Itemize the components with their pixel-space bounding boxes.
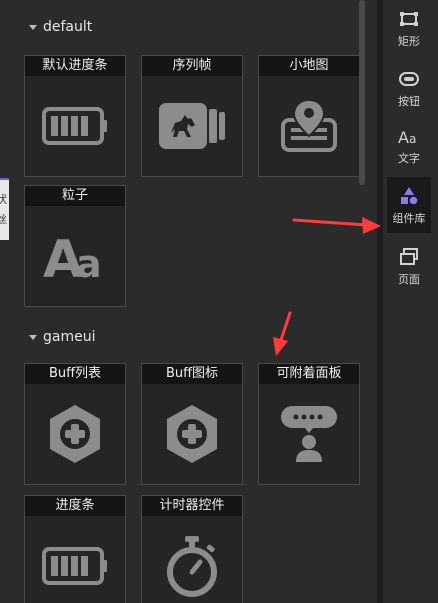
- scrollbar-thumb[interactable]: [359, 0, 365, 185]
- component-card-buff-icon[interactable]: Buff图标: [141, 363, 243, 485]
- component-card-default-progress-bar[interactable]: 默认进度条: [24, 55, 126, 177]
- card-title: Buff图标: [142, 364, 242, 384]
- svg-text:a: a: [409, 132, 416, 144]
- card-title: 序列帧: [142, 56, 242, 76]
- text-aa-icon: A a: [25, 206, 125, 306]
- component-card-frame-sequence[interactable]: 序列帧: [141, 55, 243, 177]
- card-title: 粒子: [25, 186, 125, 206]
- avatar-bubble-icon: [259, 384, 359, 484]
- section-title: default: [43, 19, 93, 35]
- rectangle-icon: [398, 8, 420, 30]
- progress-bar-icon: [25, 516, 125, 603]
- svg-text:A: A: [398, 128, 409, 144]
- left-panel-tab[interactable]: 状 丝: [0, 178, 9, 240]
- section-title: gameui: [43, 329, 96, 345]
- card-title: 计时器控件: [142, 496, 242, 516]
- button-icon: [398, 68, 420, 90]
- svg-text:a: a: [76, 242, 102, 281]
- left-tab-text: 状 丝: [0, 190, 9, 230]
- hexagon-plus-icon: [142, 384, 242, 484]
- rail-item-label: 页面: [398, 272, 420, 286]
- rail-item-button[interactable]: 按钮: [387, 60, 431, 116]
- component-card-attachable-panel[interactable]: 可附着面板: [258, 363, 360, 485]
- text-aa-icon: A a: [398, 125, 420, 147]
- rail-item-label: 组件库: [392, 211, 426, 225]
- section-header-gameui[interactable]: gameui: [29, 327, 95, 347]
- hexagon-plus-icon: [25, 384, 125, 484]
- component-card-timer[interactable]: 计时器控件: [141, 495, 243, 603]
- rail-item-rectangle[interactable]: 矩形: [387, 0, 431, 56]
- rail-item-text[interactable]: A a 文字: [387, 117, 431, 173]
- card-title: 进度条: [25, 496, 125, 516]
- chevron-down-icon: [29, 24, 37, 30]
- component-card-gameui-progress-bar[interactable]: 进度条: [24, 495, 126, 603]
- left-panel-edge: [0, 0, 9, 603]
- frame-sequence-icon: [142, 76, 242, 176]
- rail-item-pages[interactable]: 页面: [387, 238, 431, 294]
- shapes-icon: [398, 185, 420, 207]
- component-card-minimap[interactable]: 小地图: [258, 55, 360, 177]
- chevron-down-icon: [29, 334, 37, 340]
- component-card-buff-list[interactable]: Buff列表: [24, 363, 126, 485]
- minimap-icon: [259, 76, 359, 176]
- rail-item-label: 按钮: [398, 94, 420, 108]
- card-title: 小地图: [259, 56, 359, 76]
- right-tool-rail: 矩形 按钮 A a 文字 组件库 页面: [383, 0, 438, 603]
- component-card-particles[interactable]: 粒子 A a: [24, 185, 126, 307]
- card-title: 可附着面板: [259, 364, 359, 384]
- progress-bar-icon: [25, 76, 125, 176]
- pages-icon: [398, 246, 420, 268]
- stopwatch-icon: [142, 516, 242, 603]
- card-title: Buff列表: [25, 364, 125, 384]
- component-library-panel: default 默认进度条 序列帧 小地图 粒子 A a gameui Buff…: [9, 0, 360, 603]
- rail-item-component-library[interactable]: 组件库: [387, 177, 431, 233]
- rail-item-label: 矩形: [398, 34, 420, 48]
- rail-item-label: 文字: [398, 151, 420, 165]
- card-title: 默认进度条: [25, 56, 125, 76]
- section-header-default[interactable]: default: [29, 17, 92, 37]
